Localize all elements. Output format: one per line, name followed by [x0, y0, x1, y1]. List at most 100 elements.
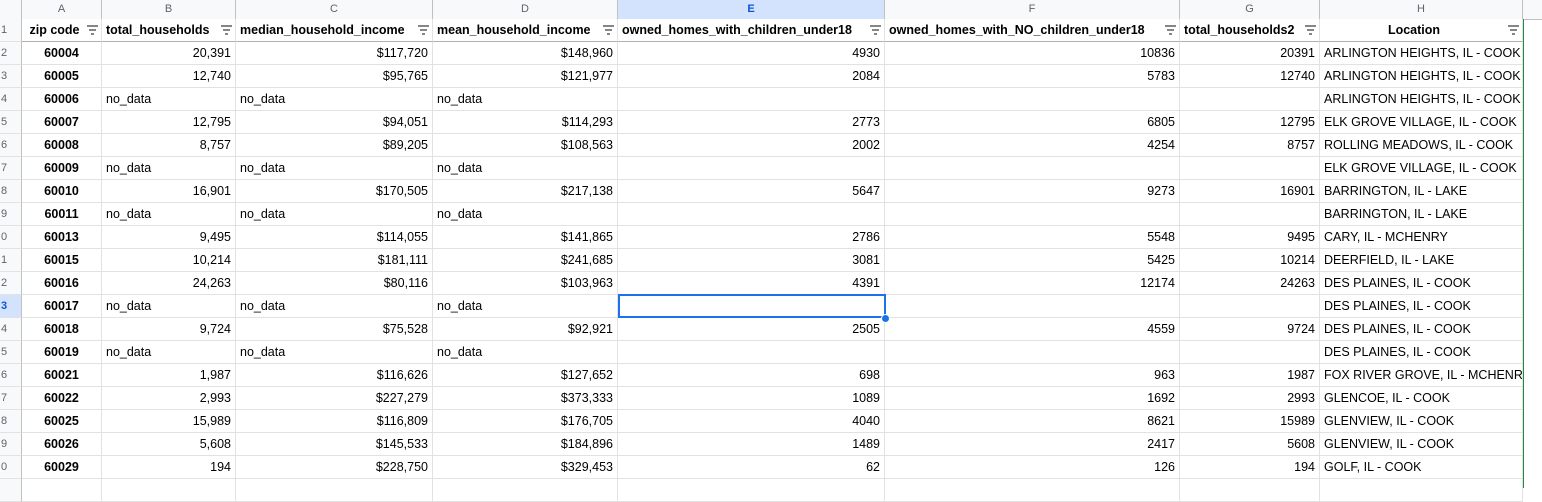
data-cell[interactable]: no_data — [433, 341, 618, 364]
header-cell[interactable]: Location — [1320, 19, 1523, 42]
filter-icon[interactable] — [418, 25, 429, 35]
row-header[interactable]: 8 — [0, 410, 22, 433]
data-cell[interactable]: $116,626 — [236, 364, 433, 387]
data-cell[interactable]: 15989 — [1180, 410, 1320, 433]
column-header-b[interactable]: B — [102, 0, 236, 19]
header-cell[interactable]: owned_homes_with_children_under18 — [618, 19, 885, 42]
column-header-g[interactable]: G — [1180, 0, 1320, 19]
data-cell[interactable]: 698 — [618, 364, 885, 387]
data-cell[interactable]: 5608 — [1180, 433, 1320, 456]
data-cell[interactable]: 4559 — [885, 318, 1180, 341]
data-cell[interactable]: $127,652 — [433, 364, 618, 387]
data-cell[interactable] — [1180, 203, 1320, 226]
filter-icon[interactable] — [870, 25, 881, 35]
data-cell[interactable] — [102, 479, 236, 502]
header-cell[interactable]: zip code — [22, 19, 102, 42]
data-cell[interactable]: $176,705 — [433, 410, 618, 433]
data-cell[interactable]: no_data — [236, 157, 433, 180]
row-header[interactable]: 2 — [0, 42, 22, 65]
row-header[interactable]: 2 — [0, 272, 22, 295]
row-header[interactable]: 4 — [0, 318, 22, 341]
data-cell[interactable]: 12,740 — [102, 65, 236, 88]
header-cell[interactable]: median_household_income — [236, 19, 433, 42]
data-cell[interactable]: $148,960 — [433, 42, 618, 65]
data-cell[interactable]: 2993 — [1180, 387, 1320, 410]
select-all-corner[interactable] — [0, 0, 22, 19]
data-cell[interactable]: 1,987 — [102, 364, 236, 387]
data-cell[interactable]: $121,977 — [433, 65, 618, 88]
data-cell[interactable]: no_data — [236, 341, 433, 364]
data-cell[interactable]: 2786 — [618, 226, 885, 249]
filter-icon[interactable] — [1165, 25, 1176, 35]
row-header[interactable]: 9 — [0, 203, 22, 226]
location-cell[interactable]: ELK GROVE VILLAGE, IL - COOK — [1320, 111, 1523, 134]
row-header[interactable]: 5 — [0, 111, 22, 134]
data-cell[interactable]: no_data — [236, 88, 433, 111]
row-header[interactable]: 8 — [0, 180, 22, 203]
zip-code-cell[interactable]: 60021 — [22, 364, 102, 387]
data-cell[interactable] — [618, 203, 885, 226]
zip-code-cell[interactable]: 60011 — [22, 203, 102, 226]
data-cell[interactable] — [618, 295, 885, 318]
row-header[interactable]: 4 — [0, 88, 22, 111]
data-cell[interactable] — [433, 479, 618, 502]
data-cell[interactable]: no_data — [433, 203, 618, 226]
data-cell[interactable]: 6805 — [885, 111, 1180, 134]
data-cell[interactable]: 12,795 — [102, 111, 236, 134]
location-cell[interactable]: GLENVIEW, IL - COOK — [1320, 410, 1523, 433]
location-cell[interactable]: ARLINGTON HEIGHTS, IL - COOK — [1320, 65, 1523, 88]
location-cell[interactable]: ELK GROVE VILLAGE, IL - COOK — [1320, 157, 1523, 180]
header-cell[interactable]: mean_household_income — [433, 19, 618, 42]
filter-icon[interactable] — [87, 25, 98, 35]
data-cell[interactable]: 4930 — [618, 42, 885, 65]
row-header-1[interactable]: 1 — [0, 19, 22, 42]
data-cell[interactable]: 9,724 — [102, 318, 236, 341]
data-cell[interactable]: 8621 — [885, 410, 1180, 433]
data-cell[interactable]: $329,453 — [433, 456, 618, 479]
data-cell[interactable]: 8,757 — [102, 134, 236, 157]
data-cell[interactable]: 5548 — [885, 226, 1180, 249]
zip-code-cell[interactable]: 60018 — [22, 318, 102, 341]
location-cell[interactable]: ROLLING MEADOWS, IL - COOK — [1320, 134, 1523, 157]
data-cell[interactable]: no_data — [102, 295, 236, 318]
header-cell[interactable]: total_households — [102, 19, 236, 42]
zip-code-cell[interactable]: 60005 — [22, 65, 102, 88]
column-header-d[interactable]: D — [433, 0, 618, 19]
location-cell[interactable]: FOX RIVER GROVE, IL - MCHENRY — [1320, 364, 1523, 387]
zip-code-cell[interactable]: 60010 — [22, 180, 102, 203]
data-cell[interactable]: 12740 — [1180, 65, 1320, 88]
data-cell[interactable]: $89,205 — [236, 134, 433, 157]
location-cell[interactable]: GLENVIEW, IL - COOK — [1320, 433, 1523, 456]
data-cell[interactable]: $217,138 — [433, 180, 618, 203]
data-cell[interactable] — [885, 203, 1180, 226]
data-cell[interactable]: 8757 — [1180, 134, 1320, 157]
data-cell[interactable]: $75,528 — [236, 318, 433, 341]
data-cell[interactable]: $80,116 — [236, 272, 433, 295]
data-cell[interactable]: $373,333 — [433, 387, 618, 410]
data-cell[interactable]: 194 — [102, 456, 236, 479]
zip-code-cell[interactable]: 60016 — [22, 272, 102, 295]
data-cell[interactable]: 16,901 — [102, 180, 236, 203]
row-header[interactable] — [0, 479, 22, 502]
data-cell[interactable] — [236, 479, 433, 502]
data-cell[interactable] — [1180, 341, 1320, 364]
row-header[interactable]: 6 — [0, 134, 22, 157]
data-cell[interactable]: 4391 — [618, 272, 885, 295]
data-cell[interactable]: 10836 — [885, 42, 1180, 65]
data-cell[interactable]: $117,720 — [236, 42, 433, 65]
data-cell[interactable]: 12174 — [885, 272, 1180, 295]
data-cell[interactable]: 12795 — [1180, 111, 1320, 134]
zip-code-cell[interactable]: 60006 — [22, 88, 102, 111]
data-cell[interactable]: $241,685 — [433, 249, 618, 272]
data-cell[interactable]: $94,051 — [236, 111, 433, 134]
data-cell[interactable]: 2505 — [618, 318, 885, 341]
data-cell[interactable] — [22, 479, 102, 502]
data-cell[interactable]: 10,214 — [102, 249, 236, 272]
data-cell[interactable]: $141,865 — [433, 226, 618, 249]
filter-icon[interactable] — [1305, 25, 1316, 35]
data-cell[interactable]: 2084 — [618, 65, 885, 88]
header-cell[interactable]: owned_homes_with_NO_children_under18 — [885, 19, 1180, 42]
zip-code-cell[interactable]: 60026 — [22, 433, 102, 456]
data-cell[interactable] — [885, 157, 1180, 180]
location-cell[interactable]: DEERFIELD, IL - LAKE — [1320, 249, 1523, 272]
